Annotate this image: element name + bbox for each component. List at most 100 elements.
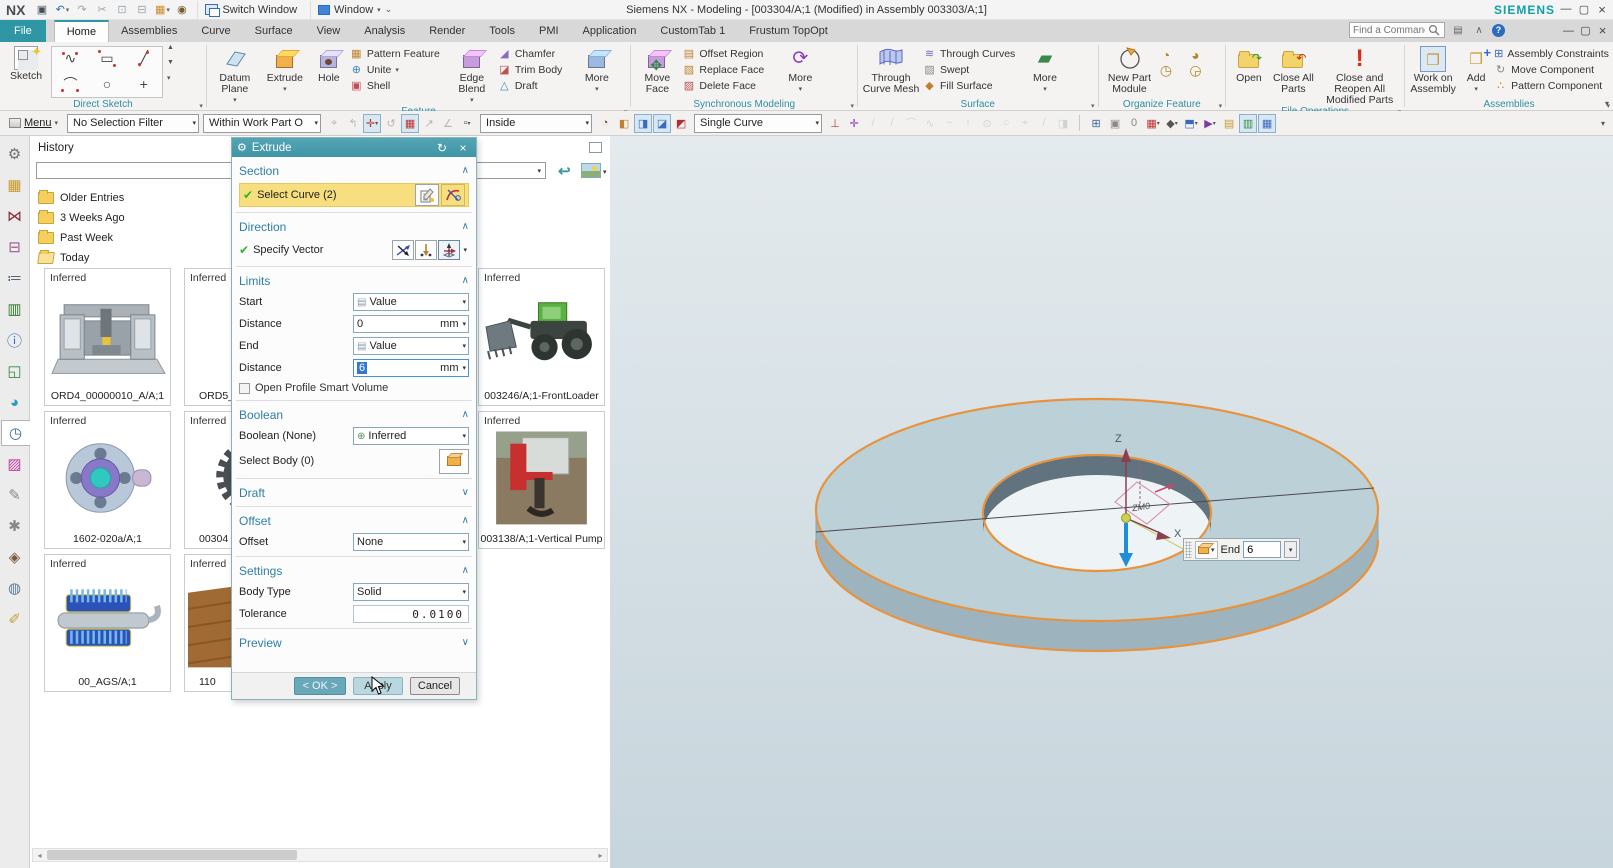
- new-part-module-button[interactable]: New Part Module: [1102, 44, 1158, 95]
- work-on-assembly-button[interactable]: Work on Assembly: [1408, 44, 1458, 95]
- show-hide-icon[interactable]: ⊞: [1087, 114, 1105, 133]
- selection-filter-dropdown[interactable]: No Selection Filter ▾: [67, 113, 200, 133]
- draft-button[interactable]: △ Draft: [498, 79, 576, 93]
- materials-icon[interactable]: ▨: [2, 451, 28, 477]
- doc-restore-button[interactable]: ▢: [1577, 22, 1594, 39]
- immersive-icon[interactable]: ▣: [1106, 114, 1124, 133]
- save-icon[interactable]: ▣: [33, 2, 51, 18]
- section-header-direction[interactable]: Direction ∧: [239, 216, 469, 237]
- zero-icon[interactable]: 0: [1125, 114, 1143, 133]
- tab-analysis[interactable]: Analysis: [352, 20, 417, 42]
- select-body-button[interactable]: [439, 448, 469, 474]
- constraint-navigator-icon[interactable]: ⋈: [2, 203, 28, 229]
- part-navigator-icon[interactable]: ⊟: [2, 234, 28, 260]
- find-command-box[interactable]: [1349, 22, 1445, 38]
- curve-select-button[interactable]: [441, 184, 465, 206]
- extrude-dialog-titlebar[interactable]: ⚙ Extrude ↻ ×: [232, 138, 476, 157]
- snap-point-icon[interactable]: ✛ ▾: [363, 113, 382, 133]
- selection-scope-dropdown[interactable]: Within Work Part O ▾: [203, 113, 322, 133]
- remove-from-module-icon[interactable]: ◕: [1189, 47, 1202, 63]
- history-card[interactable]: Inferred 00_AGS/A;1: [44, 554, 171, 692]
- group-dialog-launcher-icon[interactable]: ▾: [1219, 102, 1223, 110]
- tolerance-input[interactable]: 0.0100: [353, 605, 469, 623]
- vector-constructor-button[interactable]: [392, 240, 415, 260]
- customize-qat-icon[interactable]: ⌄: [385, 4, 393, 15]
- tab-tools[interactable]: Tools: [477, 20, 527, 42]
- tab-render[interactable]: Render: [417, 20, 477, 42]
- through-curves-button[interactable]: ≋ Through Curves: [923, 47, 1023, 61]
- history-card[interactable]: Inferred 1602-020a/A;1: [44, 411, 171, 549]
- body-type-dropdown[interactable]: Solid ▾: [353, 583, 469, 601]
- layer-folder-icon[interactable]: ▤: [1220, 114, 1238, 133]
- section-header-boolean[interactable]: Boolean ∧: [239, 404, 469, 425]
- manufacturing-wizards-icon[interactable]: ✱: [2, 513, 28, 539]
- cut-icon[interactable]: ✂: [93, 2, 111, 18]
- circle-tool-icon[interactable]: ○: [997, 114, 1015, 133]
- trim-body-button[interactable]: ◪ Trim Body: [498, 63, 576, 77]
- edit-section-icon[interactable]: ▦ ▾: [1144, 114, 1162, 133]
- open-button[interactable]: Open: [1229, 44, 1269, 84]
- roles-icon[interactable]: ◈: [2, 544, 28, 570]
- undo-icon[interactable]: ↶ ▾: [53, 2, 71, 18]
- hole-button[interactable]: Hole: [310, 44, 348, 84]
- section-header-settings[interactable]: Settings ∧: [239, 560, 469, 581]
- internet-icon[interactable]: ◕: [2, 389, 28, 415]
- angle-snap-icon[interactable]: ∠: [439, 114, 457, 133]
- preview-options-icon[interactable]: ▾: [603, 168, 607, 176]
- ok-button[interactable]: < OK >: [294, 677, 346, 695]
- feature-more-button[interactable]: More ▾: [578, 44, 616, 95]
- specify-vector-field[interactable]: ✔ Specify Vector ▾: [239, 237, 469, 263]
- window-split-icon[interactable]: ▥: [1239, 113, 1258, 133]
- redo-icon[interactable]: ↷: [73, 2, 91, 18]
- add-component-button[interactable]: Add▾: [1460, 40, 1492, 95]
- drafting-icon[interactable]: ✐: [2, 606, 28, 632]
- sheet-tool-icon[interactable]: ◨: [1054, 114, 1072, 133]
- history-horizontal-scrollbar[interactable]: ◂ ▸: [32, 848, 608, 862]
- scroll-right-icon[interactable]: ▸: [594, 849, 607, 861]
- unit-caret-icon[interactable]: ▾: [458, 320, 466, 328]
- window-cascade-icon[interactable]: ▦: [1258, 113, 1277, 133]
- paste-icon[interactable]: ⊟: [133, 2, 151, 18]
- folder-today[interactable]: Today: [37, 248, 125, 268]
- dialog-close-icon[interactable]: ×: [455, 141, 471, 155]
- offset-dropdown[interactable]: None ▾: [353, 533, 469, 551]
- face-analysis-icon[interactable]: ◩: [672, 114, 690, 133]
- touch-mode-icon[interactable]: ◉: [173, 2, 191, 18]
- shell-button[interactable]: ▣ Shell: [350, 79, 446, 93]
- snap-mode-dropdown[interactable]: Inside ▾: [480, 113, 593, 133]
- window-menu-button[interactable]: Window ▾ ⌄: [310, 0, 399, 19]
- surface-more-button[interactable]: ▰ More ▾: [1025, 44, 1065, 95]
- history-card[interactable]: Inferred 003138/A;1-Vertical Pump: [478, 411, 605, 549]
- group-dialog-launcher-icon[interactable]: ▾: [851, 102, 855, 110]
- edge-blend-button[interactable]: Edge Blend ▾: [448, 44, 496, 106]
- pattern-component-button[interactable]: ∴ Pattern Component: [1494, 79, 1606, 93]
- assembly-navigator-icon[interactable]: ▦: [2, 172, 28, 198]
- roles-gear-icon[interactable]: ⚙: [2, 141, 28, 167]
- history-search-dropdown-icon[interactable]: ▾: [533, 167, 545, 175]
- group-dialog-launcher-icon[interactable]: ▾: [1091, 102, 1095, 110]
- section-header-limits[interactable]: Limits ∧: [239, 270, 469, 291]
- doc-minimize-button[interactable]: —: [1560, 22, 1577, 39]
- command-finder-icon[interactable]: ▤: [1450, 22, 1466, 38]
- offset-region-button[interactable]: ▤ Offset Region: [682, 47, 778, 61]
- end-limit-dropdown[interactable]: ▤ Value ▾: [353, 337, 469, 355]
- tab-view[interactable]: View: [305, 20, 353, 42]
- wireframe-icon[interactable]: ◨: [634, 113, 653, 133]
- scroll-left-icon[interactable]: ◂: [33, 849, 46, 861]
- switch-window-button[interactable]: Switch Window: [197, 0, 304, 19]
- restore-button[interactable]: ▢: [1575, 0, 1593, 18]
- point-circle-icon[interactable]: ⊙: [978, 114, 996, 133]
- copy-icon[interactable]: ⊡: [113, 2, 131, 18]
- rectangle-select-icon[interactable]: ▫ ▾: [458, 114, 476, 133]
- tab-pmi[interactable]: PMI: [527, 20, 571, 42]
- line-tool-icon[interactable]: ╱: [138, 50, 149, 67]
- play-icon[interactable]: ▶ ▾: [1201, 114, 1219, 133]
- tab-curve[interactable]: Curve: [189, 20, 242, 42]
- close-button[interactable]: ×: [1593, 0, 1611, 18]
- checkbox-icon[interactable]: [239, 382, 250, 394]
- menu-button[interactable]: Menu ▾: [4, 113, 63, 133]
- tab-surface[interactable]: Surface: [243, 20, 305, 42]
- section-header-draft[interactable]: Draft ∨: [239, 482, 469, 503]
- add-to-module-icon[interactable]: ◔: [1160, 47, 1173, 63]
- shaded-edges-icon[interactable]: ◔: [596, 114, 614, 133]
